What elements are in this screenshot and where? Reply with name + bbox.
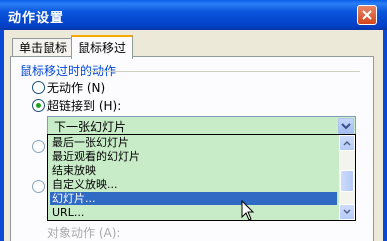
hyperlink-dropdown-list[interactable]: 最后一张幻灯片 最近观看的幻灯片 结束放映 自定义放映... 幻灯片... UR…	[47, 134, 356, 221]
hyperlink-combo[interactable]: 下一张幻灯片	[47, 116, 356, 136]
window-title: 动作设置	[8, 11, 65, 26]
radio-hyperlink[interactable]	[32, 99, 45, 112]
scroll-up-button[interactable]	[339, 135, 355, 151]
dialog-window: 动作设置 单击鼠标 鼠标移过 鼠标移过时的动作 无动作 (N) 超链接到 (H)…	[0, 0, 387, 241]
mouse-cursor-icon	[241, 200, 255, 221]
hyperlink-combo-value: 下一张幻灯片	[54, 120, 127, 134]
window-border-left	[0, 30, 4, 241]
close-button[interactable]	[357, 5, 377, 25]
radio-no-action[interactable]	[32, 81, 45, 94]
list-item[interactable]: 结束放映	[50, 164, 337, 177]
close-icon	[362, 10, 372, 20]
scroll-down-button[interactable]	[339, 204, 355, 220]
radio-no-action-label[interactable]: 无动作 (N)	[47, 79, 105, 96]
window-border-right	[383, 30, 387, 241]
tab-mouse-click[interactable]: 单击鼠标	[12, 38, 75, 57]
scroll-thumb[interactable]	[340, 170, 354, 192]
combo-dropdown-button[interactable]	[338, 118, 354, 134]
list-item[interactable]: 最后一张幻灯片	[50, 136, 337, 149]
radio-hyperlink-label[interactable]: 超链接到 (H):	[47, 97, 121, 114]
object-action-label: 对象动作 (A):	[47, 226, 121, 240]
list-item[interactable]: URL...	[50, 206, 337, 219]
title-bar[interactable]: 动作设置	[0, 0, 387, 30]
chevron-down-icon	[343, 209, 351, 215]
list-item-selected[interactable]: 幻灯片...	[50, 192, 337, 205]
chevron-down-icon	[341, 123, 351, 130]
group-divider	[88, 71, 360, 72]
radio-run-macro[interactable]	[32, 180, 45, 193]
dropdown-scrollbar[interactable]	[339, 135, 355, 220]
list-item[interactable]: 最近观看的幻灯片	[50, 150, 337, 163]
radio-run-program[interactable]	[32, 140, 45, 153]
chevron-up-icon	[343, 140, 351, 146]
tab-mouse-over[interactable]: 鼠标移过	[71, 35, 134, 59]
list-item[interactable]: 自定义放映...	[50, 178, 337, 191]
